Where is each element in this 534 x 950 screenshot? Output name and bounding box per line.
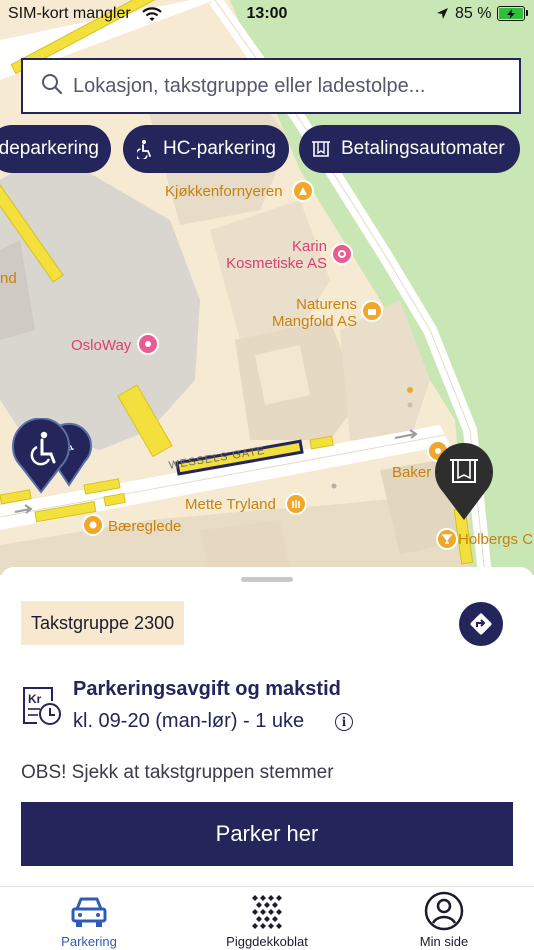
poi-label[interactable]: Karin Kosmetiske AS bbox=[223, 238, 327, 272]
shop-icon[interactable] bbox=[361, 300, 383, 322]
park-here-button[interactable]: Parker her bbox=[21, 802, 513, 866]
chip-parking-filter[interactable]: deparkering bbox=[0, 125, 111, 173]
chip-ticket-machines[interactable]: Betalingsautomater bbox=[299, 125, 520, 173]
zone-tag: Takstgruppe 2300 bbox=[21, 601, 185, 645]
search-placeholder: Lokasjon, takstgruppe eller ladestolpe..… bbox=[73, 74, 426, 97]
status-bar: SIM-kort mangler 13:00 85 % bbox=[0, 0, 534, 28]
tab-min-side[interactable]: Min side bbox=[374, 891, 514, 949]
fee-detail: kl. 09-20 (man-lør) - 1 uke bbox=[73, 710, 305, 732]
studded-tire-icon bbox=[252, 895, 282, 929]
tab-label: Parkering bbox=[61, 934, 117, 949]
tab-label: Min side bbox=[419, 934, 469, 949]
clock: 13:00 bbox=[246, 5, 288, 22]
profile-icon bbox=[424, 891, 464, 931]
directions-button[interactable] bbox=[459, 602, 503, 646]
directions-icon bbox=[470, 613, 492, 635]
tab-bar: Parkering Piggdekkoblat Min side bbox=[0, 886, 534, 950]
tab-piggdekkoblat[interactable]: Piggdekkoblat bbox=[197, 891, 337, 949]
battery-percent: 85 % bbox=[455, 5, 492, 22]
poi-label[interactable]: Kjøkkenfornyeren bbox=[165, 183, 283, 200]
poi-label[interactable]: Naturens Mangfold AS bbox=[267, 296, 357, 330]
warning-text: OBS! Sjekk at takstgruppen stemmer bbox=[21, 762, 334, 783]
location-arrow-icon bbox=[436, 7, 449, 25]
sheet-grabber[interactable] bbox=[241, 577, 293, 582]
tab-label: Piggdekkoblat bbox=[226, 934, 308, 949]
wheelchair-icon bbox=[137, 139, 153, 159]
shop-icon[interactable] bbox=[285, 493, 307, 515]
fee-clock-icon: Kr bbox=[21, 685, 63, 732]
svg-text:Kr: Kr bbox=[28, 692, 42, 706]
health-icon[interactable] bbox=[331, 243, 353, 265]
chip-label: Betalingsautomater bbox=[341, 138, 505, 159]
bar-icon[interactable] bbox=[436, 528, 458, 550]
search-icon bbox=[41, 73, 63, 100]
battery-tip bbox=[526, 10, 528, 16]
poi-label[interactable]: Mette Tryland bbox=[185, 496, 276, 513]
poi-label[interactable]: Holbergs C bbox=[458, 531, 533, 548]
health-icon[interactable] bbox=[137, 333, 159, 355]
info-icon[interactable]: i bbox=[335, 713, 353, 731]
poi-label[interactable]: OsloWay bbox=[71, 337, 131, 354]
hc-parking-pin[interactable] bbox=[11, 417, 71, 499]
ticket-machine-pin[interactable] bbox=[433, 442, 495, 527]
zone-detail-sheet[interactable]: Takstgruppe 2300 Kr Parkeringsavgift og … bbox=[0, 567, 534, 887]
shop-icon[interactable] bbox=[292, 180, 314, 202]
car-icon bbox=[71, 897, 107, 927]
ticket-machine-icon bbox=[311, 139, 331, 159]
fee-title: Parkeringsavgift og makstid bbox=[73, 678, 341, 700]
chip-label: HC-parkering bbox=[163, 138, 276, 159]
search-field[interactable]: Lokasjon, takstgruppe eller ladestolpe..… bbox=[21, 58, 521, 114]
poi-label[interactable]: Bæreglede bbox=[108, 518, 181, 535]
poi-label[interactable]: nd bbox=[0, 270, 17, 287]
battery-charging-icon bbox=[497, 6, 525, 21]
chip-hc-parking[interactable]: HC-parkering bbox=[123, 125, 289, 173]
tab-parkering[interactable]: Parkering bbox=[19, 891, 159, 949]
shop-icon[interactable] bbox=[82, 514, 104, 536]
poi-label[interactable]: Baker bbox=[392, 464, 431, 481]
chip-label: deparkering bbox=[0, 138, 99, 159]
